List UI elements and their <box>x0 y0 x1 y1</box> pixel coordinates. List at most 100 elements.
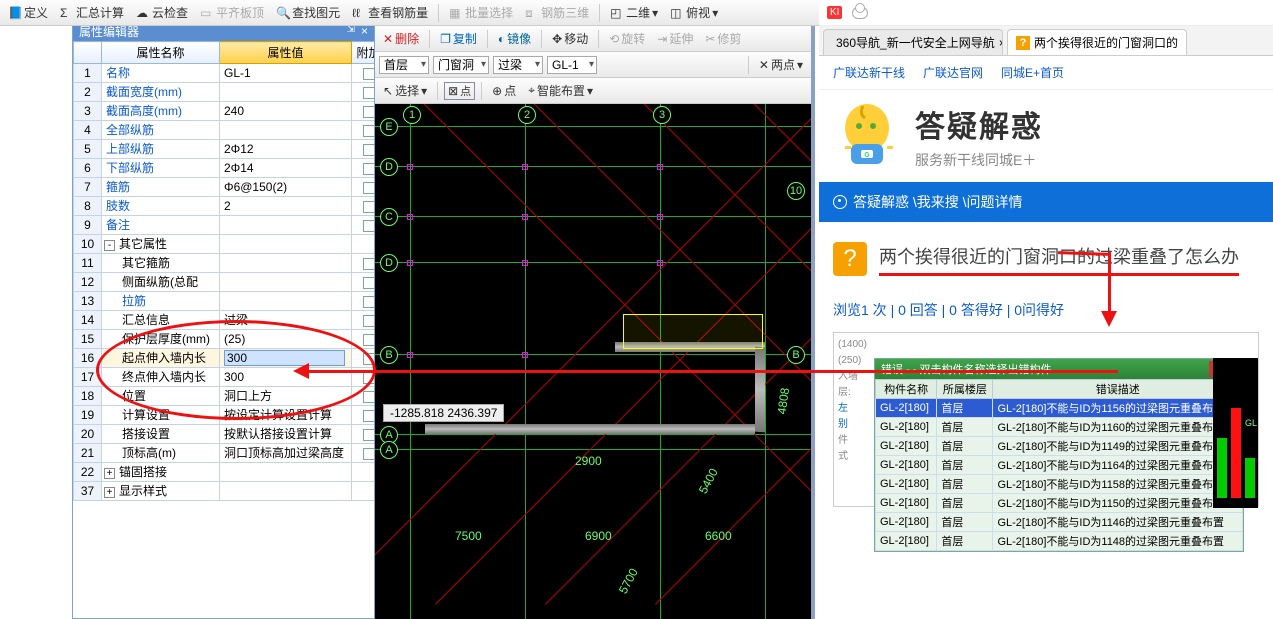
prop-value[interactable] <box>220 463 352 482</box>
prop-add[interactable] <box>352 216 375 235</box>
prop-name[interactable]: 下部纵筋 <box>102 159 220 178</box>
err-cell[interactable]: GL-2[180]不能与ID为1164的过梁图元重叠布置 <box>993 456 1243 475</box>
pin-icon[interactable]: ⇲ <box>347 24 355 38</box>
err-cell[interactable]: GL-2[180] <box>876 456 937 475</box>
prop-name[interactable]: +锚固搭接 <box>102 463 220 482</box>
prop-name[interactable]: 上部纵筋 <box>102 140 220 159</box>
define-button[interactable]: 📘定义 <box>4 4 52 21</box>
prop-value[interactable] <box>220 235 352 254</box>
checkbox-icon[interactable] <box>363 144 375 156</box>
prop-name[interactable]: +显示样式 <box>102 482 220 501</box>
sumcalc-button[interactable]: Σ汇总计算 <box>56 4 128 21</box>
prop-value[interactable] <box>220 121 352 140</box>
cloud-icon[interactable] <box>852 7 868 19</box>
select-tool[interactable]: ↖ 选择 ▾ <box>379 82 431 99</box>
err-col[interactable]: 构件名称 <box>876 380 937 399</box>
checkbox-icon[interactable] <box>363 334 375 346</box>
prop-value[interactable]: 过梁 <box>220 311 352 330</box>
prop-add[interactable] <box>352 254 375 273</box>
err-cell[interactable]: 首层 <box>937 437 993 456</box>
prop-name[interactable]: 保护层厚度(mm) <box>102 330 220 349</box>
err-cell[interactable]: GL-2[180] <box>876 532 937 551</box>
prop-value[interactable]: Φ6@150(2) <box>220 178 352 197</box>
answer-thumbnail[interactable]: (1400) (250) 入墙 层: 左 别 件 式 错误 - - 双击构件名称… <box>833 332 1259 507</box>
err-cell[interactable]: GL-2[180]不能与ID为1148的过梁图元重叠布置 <box>993 532 1243 551</box>
property-grid[interactable]: 属性名称属性值附加1名称GL-12截面宽度(mm)3截面高度(mm)2404全部… <box>73 41 374 618</box>
prop-value[interactable]: 洞口上方 <box>220 387 352 406</box>
prop-name[interactable]: 截面高度(mm) <box>102 102 220 121</box>
checkbox-icon[interactable] <box>363 106 375 118</box>
checkbox-icon[interactable] <box>363 429 375 441</box>
checkbox-icon[interactable] <box>363 296 375 308</box>
prop-add[interactable] <box>352 292 375 311</box>
prop-add[interactable] <box>352 387 375 406</box>
err-cell[interactable]: 首层 <box>937 418 993 437</box>
bookmark-link[interactable]: 同城E+首页 <box>1001 64 1064 81</box>
prop-add[interactable] <box>352 273 375 292</box>
prop-name[interactable]: 肢数 <box>102 197 220 216</box>
err-cell[interactable]: GL-2[180] <box>876 494 937 513</box>
prop-value[interactable] <box>220 273 352 292</box>
prop-value[interactable] <box>220 83 352 102</box>
prop-value[interactable] <box>220 349 352 368</box>
err-cell[interactable]: 首层 <box>937 475 993 494</box>
prop-name[interactable]: 全部纵筋 <box>102 121 220 140</box>
prop-add[interactable] <box>352 311 375 330</box>
ortho-dropdown[interactable]: ◫俯视 ▾ <box>666 4 722 21</box>
err-cell[interactable]: GL-2[180] <box>876 418 937 437</box>
checkbox-icon[interactable] <box>363 372 375 384</box>
err-cell[interactable]: GL-2[180]不能与ID为1160的过梁图元重叠布置 <box>993 418 1243 437</box>
prop-name[interactable]: 其它箍筋 <box>102 254 220 273</box>
err-cell[interactable]: GL-2[180] <box>876 513 937 532</box>
copy-button[interactable]: ❐ 复制 <box>436 30 481 47</box>
err-cell[interactable]: GL-2[180] <box>876 437 937 456</box>
err-cell[interactable]: 首层 <box>937 532 993 551</box>
prop-name[interactable]: 起点伸入墙内长 <box>102 349 220 368</box>
prop-add[interactable] <box>352 330 375 349</box>
checkbox-icon[interactable] <box>363 182 375 194</box>
checkbox-icon[interactable] <box>363 410 375 422</box>
bookmark-link[interactable]: 广联达新干线 <box>833 64 905 81</box>
prop-name[interactable]: 名称 <box>102 64 220 83</box>
expand-icon[interactable]: + <box>104 487 115 498</box>
checkbox-icon[interactable] <box>363 277 375 289</box>
prop-name[interactable]: 终点伸入墙内长 <box>102 368 220 387</box>
prop-value[interactable] <box>220 292 352 311</box>
checkbox-icon[interactable] <box>363 315 375 327</box>
prop-value[interactable]: 2Φ14 <box>220 159 352 178</box>
delete-button[interactable]: ✕ 删除 <box>379 30 423 47</box>
category-dropdown[interactable]: 门窗洞 <box>433 56 489 74</box>
prop-name[interactable]: 位置 <box>102 387 220 406</box>
checkbox-icon[interactable] <box>363 87 375 99</box>
err-cell[interactable]: GL-2[180]不能与ID为1146的过梁图元重叠布置 <box>993 513 1243 532</box>
err-col[interactable]: 所属楼层 <box>937 380 993 399</box>
browser-tab[interactable]: 360导航_新一代安全上网导航 × <box>823 29 1003 55</box>
checkbox-icon[interactable] <box>363 163 375 175</box>
prop-value[interactable]: 洞口顶标高加过梁高度 <box>220 444 352 463</box>
close-icon[interactable]: × <box>361 24 368 38</box>
browser-tab-active[interactable]: ? 两个挨得很近的门窗洞口的 <box>1007 29 1187 55</box>
prop-value[interactable] <box>220 216 352 235</box>
prop-add[interactable] <box>352 197 375 216</box>
prop-add[interactable] <box>352 159 375 178</box>
prop-add[interactable] <box>352 178 375 197</box>
cloudcheck-button[interactable]: ☁云检查 <box>132 4 192 21</box>
prop-value[interactable] <box>220 254 352 273</box>
bookmark-link[interactable]: 广联达官网 <box>923 64 983 81</box>
col-name[interactable]: 属性名称 <box>102 42 220 64</box>
err-cell[interactable]: GL-2[180]不能与ID为1150的过梁图元重叠布置 <box>993 494 1243 513</box>
prop-add[interactable] <box>352 102 375 121</box>
err-cell[interactable]: GL-2[180]不能与ID为1158的过梁图元重叠布置 <box>993 475 1243 494</box>
prop-add[interactable] <box>352 140 375 159</box>
expand-icon[interactable]: - <box>104 240 115 251</box>
err-cell[interactable]: GL-2[180] <box>876 475 937 494</box>
err-cell[interactable]: 首层 <box>937 513 993 532</box>
view-rebar-button[interactable]: ℓℓ查看钢筋量 <box>348 4 432 21</box>
err-cell[interactable]: 首层 <box>937 456 993 475</box>
prop-add[interactable] <box>352 83 375 102</box>
err-cell[interactable]: GL-2[180]不能与ID为1149的过梁图元重叠布置 <box>993 437 1243 456</box>
prop-add[interactable] <box>352 64 375 83</box>
point-tool[interactable]: ⊕ 点 <box>488 82 520 99</box>
prop-name[interactable]: 拉筋 <box>102 292 220 311</box>
snap-endpoint-button[interactable]: ⊠ 点 <box>444 82 475 100</box>
